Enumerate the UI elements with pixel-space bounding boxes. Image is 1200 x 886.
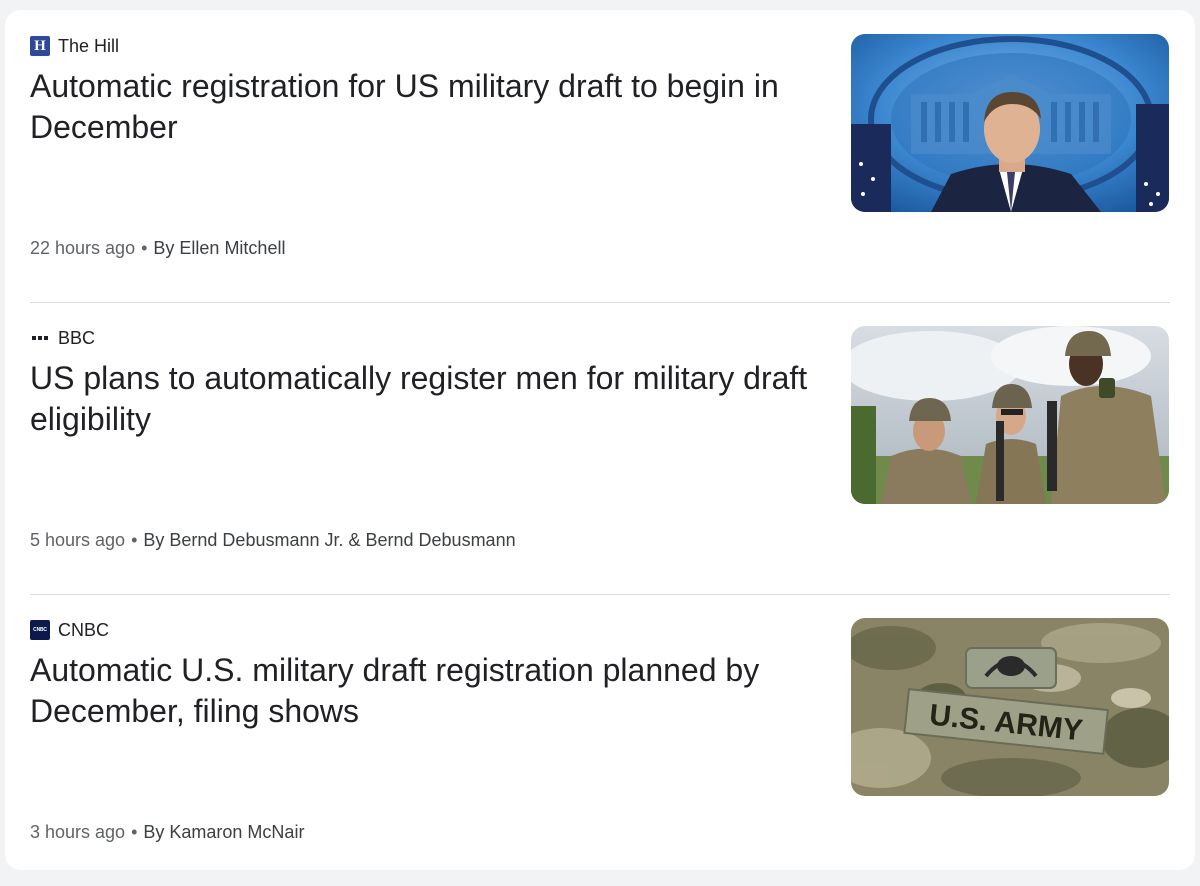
article-author: By Ellen Mitchell <box>153 238 286 258</box>
soldiers-image <box>851 326 1169 504</box>
article-source[interactable]: CNBC CNBC <box>30 619 109 641</box>
news-results-card: H The Hill Automatic registration for US… <box>5 10 1195 870</box>
soldiers-thumbnail[interactable] <box>851 326 1169 504</box>
article-headline[interactable]: US plans to automatically register men f… <box>30 358 830 440</box>
source-name: The Hill <box>58 35 120 56</box>
article-meta: 22 hours ago • By Ellen Mitchell <box>30 238 285 259</box>
us-army-patch-thumbnail[interactable]: U.S. ARMY <box>851 618 1169 796</box>
article-author: By Kamaron McNair <box>143 822 305 842</box>
meta-separator: • <box>131 530 138 550</box>
article-source[interactable]: BBC <box>30 327 95 349</box>
article-time: 22 hours ago <box>30 238 136 258</box>
article-time: 5 hours ago <box>30 530 126 550</box>
meta-separator: • <box>141 238 148 258</box>
article-item[interactable]: CNBC CNBC Automatic U.S. military draft … <box>30 594 1170 886</box>
press-briefing-thumbnail[interactable] <box>851 34 1169 212</box>
meta-separator: • <box>131 822 138 842</box>
source-name: BBC <box>58 327 96 348</box>
article-meta: 5 hours ago • By Bernd Debusmann Jr. & Ber… <box>30 530 516 551</box>
the-hill-logo-icon: H <box>30 36 50 56</box>
press-briefing-image <box>851 34 1169 212</box>
article-item[interactable]: H The Hill Automatic registration for US… <box>30 10 1170 302</box>
article-item[interactable]: BBC US plans to automatically register m… <box>30 302 1170 594</box>
bbc-logo-icon <box>30 328 50 348</box>
article-meta: 3 hours ago • By Kamaron McNair <box>30 822 304 843</box>
article-headline[interactable]: Automatic registration for US military d… <box>30 66 830 148</box>
article-source[interactable]: H The Hill <box>30 35 119 57</box>
article-headline[interactable]: Automatic U.S. military draft registrati… <box>30 650 830 732</box>
cnbc-logo-icon: CNBC <box>30 620 50 640</box>
source-name: CNBC <box>58 619 110 640</box>
article-author: By Bernd Debusmann Jr. & Bernd Debusmann <box>143 530 516 550</box>
us-army-patch-image: U.S. ARMY <box>851 618 1169 796</box>
article-time: 3 hours ago <box>30 822 126 842</box>
